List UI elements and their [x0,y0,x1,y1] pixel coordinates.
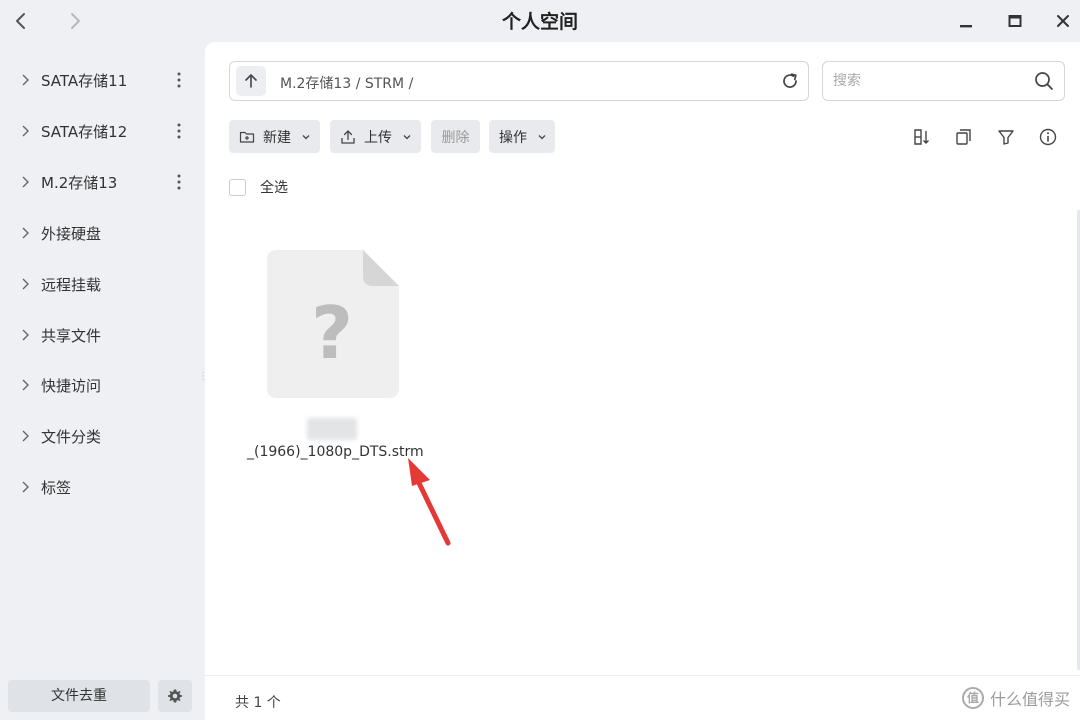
sidebar-item-sata12[interactable]: SATA存储12 [0,111,200,151]
upload-button-label: 上传 [364,129,392,146]
chevron-right-icon [22,176,29,188]
chevron-right-icon [22,227,29,239]
maximize-button[interactable] [999,5,1031,37]
delete-button[interactable]: 删除 [431,120,480,153]
watermark-logo: 值 [961,687,984,709]
close-icon [1057,15,1069,27]
current-path: M.2存储13 / STRM / [280,76,414,92]
watermark: 值 什么值得买 [961,686,1070,710]
svg-text:?: ? [311,291,353,375]
sidebar-item-quick-access[interactable]: 快捷访问 [0,365,200,405]
sidebar-item-label: 标签 [41,479,72,497]
refresh-icon[interactable] [780,71,800,91]
file-item[interactable]: ? _(1966)_1080p_DTS.strm [245,247,424,467]
sidebar-item-label: SATA存储12 [41,123,128,141]
sidebar-item-label: 远程挂载 [41,276,102,294]
sidebar-item-label: 快捷访问 [41,377,102,395]
sidebar-item-file-category[interactable]: 文件分类 [0,416,200,456]
upload-icon [341,129,355,144]
title-bar: 个人空间 [0,0,1080,42]
more-vertical-icon[interactable] [170,121,188,141]
chevron-right-icon [22,278,29,290]
upload-button[interactable]: 上传 [330,120,421,153]
view-mode-icon[interactable] [954,127,974,147]
chevron-right-icon [22,329,29,341]
minimize-icon [960,25,972,28]
file-name: _(1966)_1080p_DTS.strm [247,444,424,460]
actions-button[interactable]: 操作 [489,120,555,153]
chevron-down-icon [403,134,411,139]
file-dedupe-button[interactable]: 文件去重 [8,680,150,712]
parent-folder-button[interactable] [236,66,266,96]
filter-icon[interactable] [996,127,1016,147]
sidebar-item-label: 外接硬盘 [41,225,102,243]
sidebar-item-m2-13[interactable]: M.2存储13 [0,162,200,202]
chevron-right-icon [22,379,29,391]
sidebar-item-label: 共享文件 [41,327,102,345]
watermark-text: 什么值得买 [989,690,1070,709]
delete-button-label: 删除 [441,129,470,146]
path-bar[interactable]: M.2存储13 / STRM / [229,61,809,101]
item-count: 共 1 个 [235,695,281,711]
chevron-right-icon [22,430,29,442]
search-icon[interactable] [1034,71,1054,91]
gear-icon [168,689,182,703]
select-all-label: 全选 [260,180,288,196]
chevron-right-icon [22,481,29,493]
sidebar-resize-handle[interactable]: ⋮ [198,372,208,394]
chevron-down-icon [538,134,546,139]
main-panel: M.2存储13 / STRM / 新建 上传 删除 操作 全选 ? [205,42,1080,720]
sidebar-item-label: SATA存储11 [41,72,128,90]
sidebar-item-label: M.2存储13 [41,174,118,192]
new-button-label: 新建 [263,129,291,146]
sidebar-item-sata11[interactable]: SATA存储11 [0,60,200,100]
sidebar-item-label: 文件分类 [41,428,102,446]
sidebar-item-remote-mount[interactable]: 远程挂载 [0,264,200,304]
new-button[interactable]: 新建 [229,120,320,153]
settings-button[interactable] [158,680,192,712]
close-button[interactable] [1047,5,1079,37]
minimize-button[interactable] [950,5,982,37]
arrow-up-icon [245,74,257,88]
sidebar-item-tags[interactable]: 标签 [0,467,200,507]
chevron-right-icon [22,74,29,86]
unknown-file-icon: ? [267,250,399,398]
sidebar: SATA存储11 SATA存储12 M.2存储13 外接硬盘 远程挂载 共享文件… [0,42,208,720]
search-input[interactable] [833,71,1023,91]
chevron-down-icon [302,134,310,139]
status-bar: 共 1 个 值 什么值得买 [205,675,1080,720]
sidebar-item-external-drive[interactable]: 外接硬盘 [0,213,200,253]
new-folder-icon [239,131,255,143]
more-vertical-icon[interactable] [170,70,188,90]
actions-button-label: 操作 [499,129,527,146]
info-icon[interactable] [1038,127,1058,147]
select-all[interactable]: 全选 [229,177,288,197]
annotation-arrow-icon [408,458,451,546]
chevron-right-icon [22,125,29,137]
blurred-file-name [307,418,357,440]
maximize-icon [1008,15,1022,27]
window-title: 个人空间 [501,11,578,33]
sidebar-item-shared-files[interactable]: 共享文件 [0,315,200,355]
search-box[interactable] [822,61,1065,101]
more-vertical-icon[interactable] [170,172,188,192]
sort-icon[interactable] [912,127,932,147]
select-all-checkbox[interactable] [229,178,246,196]
